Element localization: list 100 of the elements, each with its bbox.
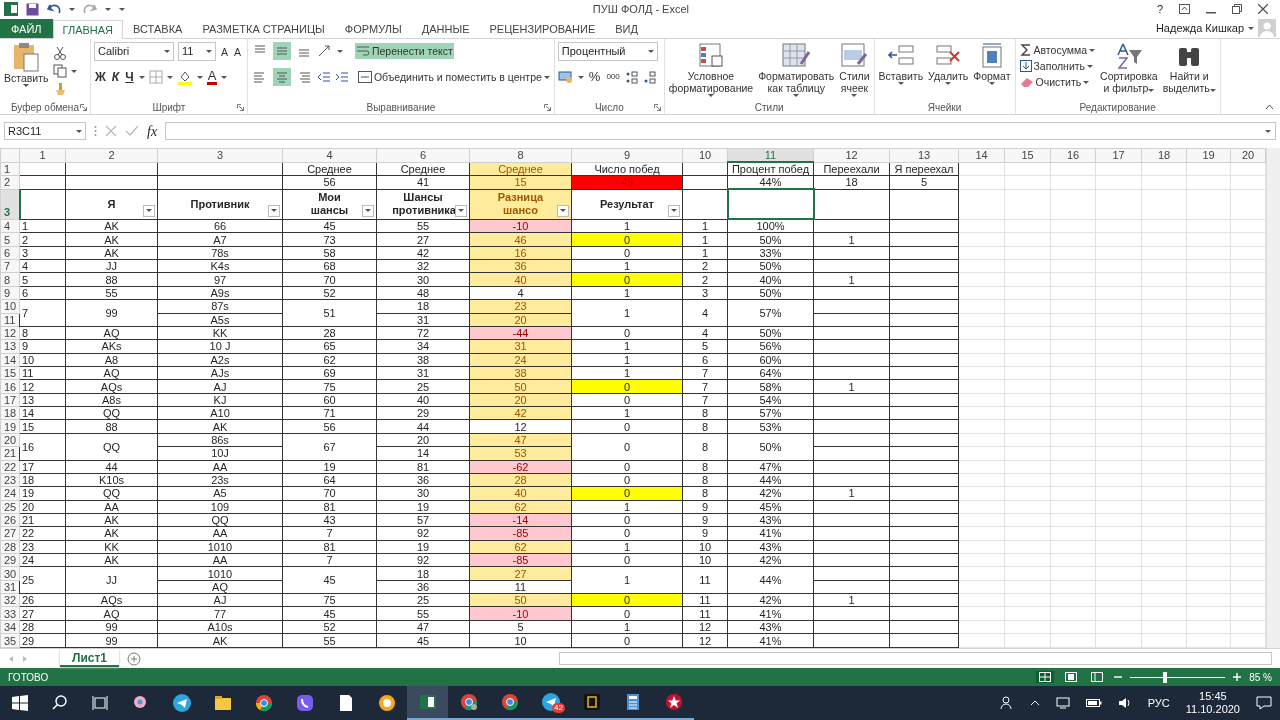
column-header[interactable]: 15 <box>1004 148 1051 163</box>
conditional-format-button[interactable]: Условное форматирование <box>667 42 755 101</box>
shrink-font-button[interactable]: A <box>232 43 242 60</box>
paste-button[interactable]: Вставить <box>3 42 50 101</box>
dialog-launcher-icon[interactable] <box>653 104 661 111</box>
increase-indent-icon[interactable] <box>334 71 349 83</box>
ribbon-tab[interactable]: РАЗМЕТКА СТРАНИЦЫ <box>192 19 335 38</box>
find-select-button[interactable]: Найти и выделить <box>1161 42 1217 101</box>
column-header[interactable]: 14 <box>958 148 1005 163</box>
clock-time[interactable]: 15:45 <box>1199 690 1227 703</box>
format-as-table-button[interactable]: Форматировать как таблицу <box>757 42 836 101</box>
zoom-out-icon[interactable] <box>1114 673 1123 681</box>
selected-cell[interactable] <box>727 189 814 220</box>
task-view-icon[interactable] <box>92 695 108 711</box>
bold-button[interactable]: Ж <box>93 69 107 85</box>
column-header[interactable]: 4 <box>282 148 377 163</box>
number-format-field[interactable]: Процентный <box>557 42 658 61</box>
volume-icon[interactable] <box>1117 697 1132 709</box>
filter-button[interactable] <box>557 204 569 217</box>
zoom-level[interactable]: 85 % <box>1249 669 1272 685</box>
windows-start-icon[interactable] <box>12 695 28 711</box>
slider-thumb[interactable] <box>1163 671 1168 683</box>
collapse-ribbon-icon[interactable] <box>1265 104 1274 110</box>
user-name[interactable]: Надежда Кишкар <box>1155 19 1244 37</box>
increase-decimal-icon[interactable] <box>624 70 639 84</box>
underline-button[interactable]: Ч <box>124 69 135 85</box>
view-button[interactable] <box>1036 671 1055 683</box>
notifications-icon[interactable] <box>1256 696 1272 710</box>
ribbon-tab[interactable]: ФОРМУЛЫ <box>334 19 412 38</box>
dialog-launcher-icon[interactable] <box>543 104 551 111</box>
help-button[interactable]: ? <box>1156 0 1163 18</box>
column-header[interactable]: 9 <box>571 148 683 163</box>
horizontal-scrollbar[interactable] <box>559 652 1272 665</box>
grow-font-button[interactable]: A <box>219 43 229 60</box>
font-name-field[interactable]: Calibri <box>93 42 174 61</box>
network-icon[interactable] <box>1055 697 1070 709</box>
filter-button[interactable] <box>455 204 467 217</box>
zoom-in-icon[interactable] <box>1233 673 1242 681</box>
filter-button[interactable] <box>668 204 680 217</box>
sort-filter-button[interactable]: Сортировка и фильтр <box>1099 42 1159 101</box>
undo-icon[interactable] <box>47 3 61 15</box>
dialog-launcher-icon[interactable] <box>236 104 244 111</box>
ribbon-tab[interactable]: ВИД <box>605 19 648 38</box>
dialog-launcher-icon[interactable] <box>79 104 87 111</box>
column-header[interactable]: 6 <box>376 148 470 163</box>
currency-icon[interactable] <box>557 70 574 84</box>
merge-center-button[interactable]: Объединить и поместить в центре <box>356 69 551 85</box>
taskbar-button[interactable]: 42 <box>530 686 571 720</box>
handle-icon[interactable] <box>94 125 97 137</box>
copy-icon[interactable] <box>52 64 67 78</box>
column-header[interactable]: 17 <box>1095 148 1142 163</box>
ribbon-tab[interactable]: ДАННЫЕ <box>411 19 480 38</box>
close-icon[interactable] <box>1258 4 1268 14</box>
wrap-text-button[interactable]: Перенести текст <box>354 43 454 59</box>
delete-button[interactable]: Удалить <box>927 42 970 101</box>
column-header[interactable]: 13 <box>889 148 959 163</box>
percent-button[interactable]: % <box>587 69 602 85</box>
horizontal-align-button[interactable] <box>272 68 291 86</box>
ribbon-tab[interactable]: ФАЙЛ <box>0 19 53 38</box>
vertical-scrollbar[interactable] <box>1266 148 1280 648</box>
filter-button[interactable] <box>268 204 280 217</box>
cell-styles-button[interactable]: Стили ячеек <box>838 42 871 101</box>
show-hidden-icon[interactable] <box>1029 700 1040 706</box>
fill-button[interactable]: Заполнить <box>1018 58 1097 74</box>
row-header[interactable]: 3 <box>0 189 20 220</box>
column-header[interactable]: 18 <box>1141 148 1187 163</box>
column-header[interactable]: 12 <box>813 148 890 163</box>
column-header[interactable]: 20 <box>1230 148 1266 163</box>
ribbon-tab[interactable]: ВСТАВКА <box>123 19 193 38</box>
language-indicator[interactable]: РУС <box>1147 694 1170 712</box>
format-button[interactable]: Формат <box>972 42 1012 101</box>
column-header[interactable]: 2 <box>65 148 158 163</box>
formula-input[interactable] <box>165 122 1276 140</box>
filter-button[interactable] <box>362 204 374 217</box>
italic-button[interactable]: К <box>110 69 121 85</box>
battery-icon[interactable] <box>1085 698 1102 708</box>
column-header[interactable]: 19 <box>1186 148 1231 163</box>
column-header[interactable]: 10 <box>682 148 728 163</box>
insert-function-button[interactable]: fx <box>147 120 158 142</box>
ribbon-tab[interactable]: ГЛАВНАЯ <box>52 20 124 39</box>
fill-color-icon[interactable] <box>176 69 193 85</box>
clock-date[interactable]: 11.10.2020 <box>1185 703 1240 716</box>
restore-icon[interactable] <box>1232 4 1242 14</box>
column-header[interactable]: 11 <box>727 148 814 163</box>
vertical-align-button[interactable] <box>272 42 291 60</box>
column-header[interactable]: 3 <box>157 148 283 163</box>
autosum-button[interactable]: Автосумма <box>1018 42 1097 58</box>
insert-button[interactable]: Вставить <box>877 42 925 101</box>
decrease-decimal-icon[interactable] <box>642 70 657 84</box>
column-header[interactable]: 16 <box>1050 148 1096 163</box>
filter-button[interactable] <box>143 204 155 217</box>
scissors-icon[interactable] <box>52 46 67 60</box>
orientation-icon[interactable] <box>316 44 333 58</box>
thousands-button[interactable]: 000 <box>605 69 621 85</box>
ribbon-display-icon[interactable] <box>1179 4 1190 14</box>
ribbon-tab[interactable]: РЕЦЕНЗИРОВАНИЕ <box>479 19 606 38</box>
column-header[interactable]: 8 <box>469 148 572 163</box>
sheet-tab[interactable]: Лист1 <box>60 649 120 667</box>
font-size-field[interactable]: 11 <box>177 42 216 61</box>
taskbar-button[interactable] <box>407 686 448 720</box>
